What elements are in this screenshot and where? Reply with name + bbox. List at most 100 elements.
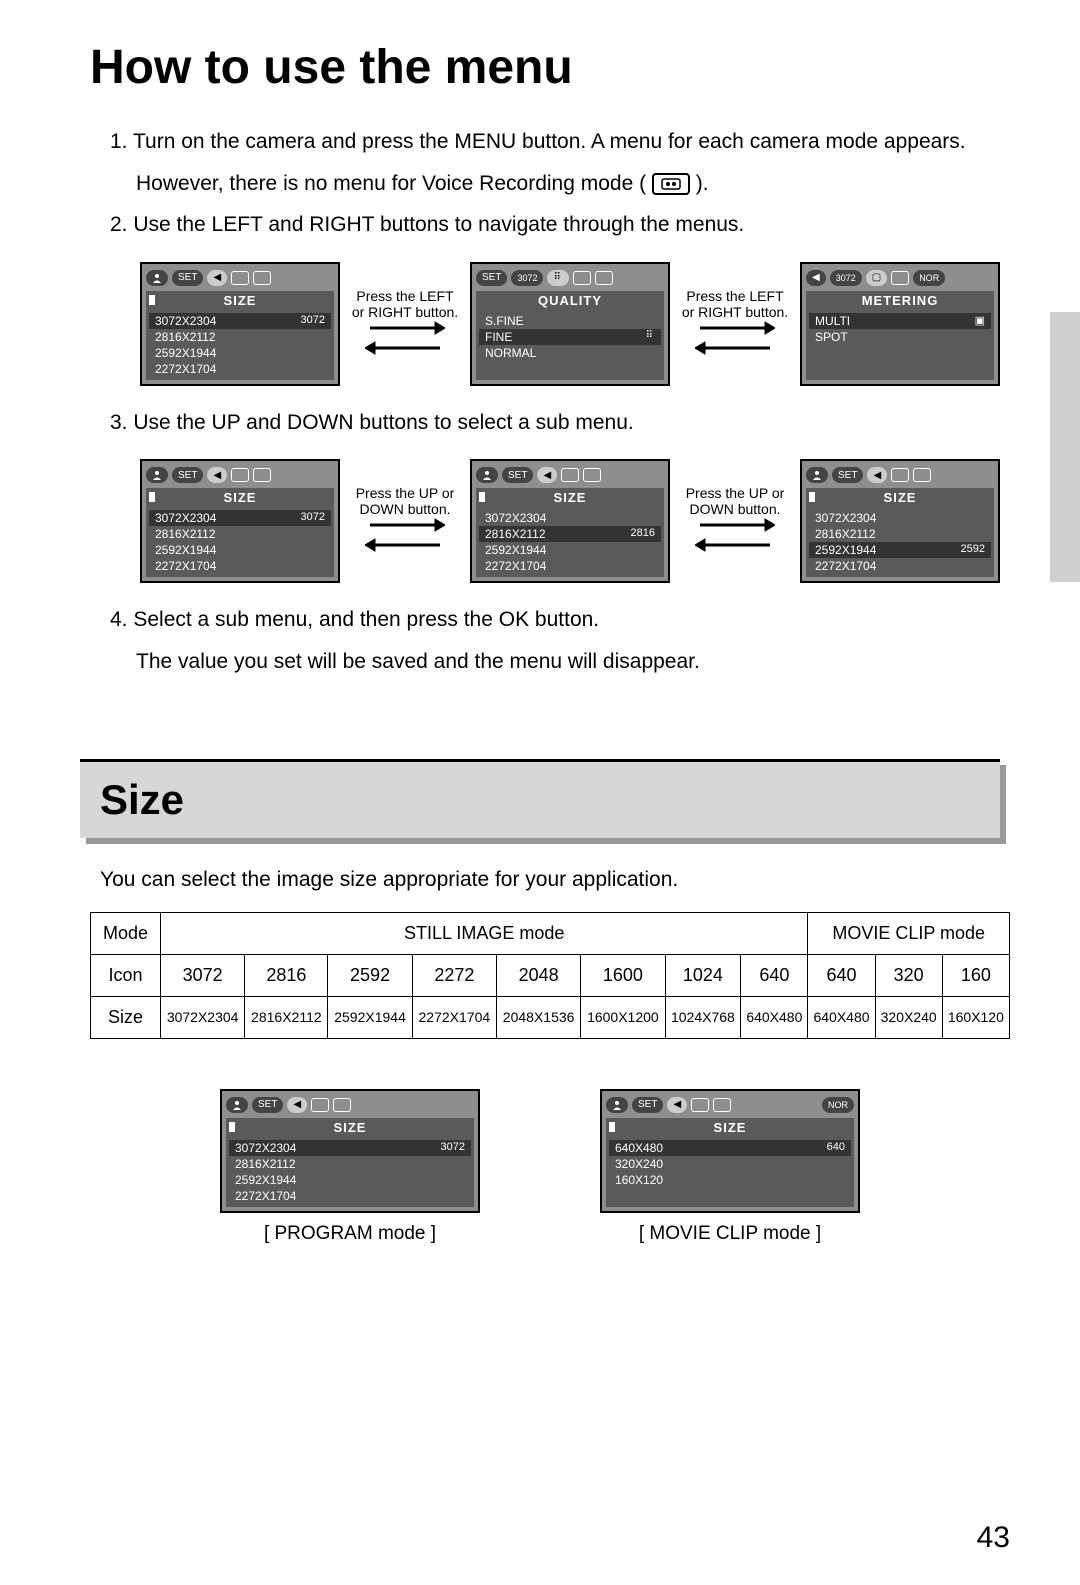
screen-size: SET ◀ SIZE 3072X23043072 2816X2112 2592X… <box>140 262 340 386</box>
person-icon <box>606 1097 628 1113</box>
list-item: 3072X2304 <box>479 510 661 526</box>
nav-left-icon: ◀ <box>207 270 227 286</box>
grid-icon <box>311 1098 329 1112</box>
screen-title-quality: QUALITY <box>476 291 664 310</box>
step-2: 2. Use the LEFT and RIGHT buttons to nav… <box>110 208 1000 242</box>
screen-title: SIZE <box>146 488 334 507</box>
list-item: NORMAL <box>479 345 661 361</box>
list-item: 2272X1704 <box>229 1188 471 1204</box>
play-icon <box>253 271 271 285</box>
nor-label: NOR <box>913 270 945 286</box>
size-table: Mode STILL IMAGE mode MOVIE CLIP mode Ic… <box>90 912 1010 1039</box>
person-icon <box>146 467 168 483</box>
set-label: SET <box>172 270 203 286</box>
set-label: SET <box>252 1097 283 1113</box>
list-item: 2816X2112 <box>149 526 331 542</box>
list-item: 2816X2112 <box>229 1156 471 1172</box>
play-icon <box>333 1098 351 1112</box>
list-item: 2272X1704 <box>149 558 331 574</box>
press-lr-label: Press the LEFT or RIGHT button. <box>350 288 460 320</box>
page-number: 43 <box>977 1521 1010 1555</box>
grid-icon <box>691 1098 709 1112</box>
screen-size-sel1: SET ◀ SIZE 3072X2304 2816X21122816 2592X… <box>470 459 670 583</box>
nav-left-icon: ◀ <box>806 270 826 286</box>
press-ud-label-2: Press the UP or DOWN button. <box>680 485 790 517</box>
list-item: 3072X23043072 <box>229 1140 471 1156</box>
set-label: SET <box>632 1097 663 1113</box>
list-item: 320X240 <box>609 1156 851 1172</box>
play-icon <box>573 271 591 285</box>
fine-dots-icon: ⠿ <box>646 330 655 344</box>
movie-caption: [ MOVIE CLIP mode ] <box>600 1223 860 1245</box>
screen-title: SIZE <box>226 1118 474 1137</box>
cell-still-label: STILL IMAGE mode <box>161 912 808 954</box>
list-item: SPOT <box>809 329 991 345</box>
program-caption: [ PROGRAM mode ] <box>220 1223 480 1245</box>
list-item <box>479 361 661 377</box>
table-row-size: Size 3072X2304 2816X2112 2592X1944 2272X… <box>91 996 1010 1038</box>
grid-icon <box>561 468 579 482</box>
list-item: 2816X21122816 <box>479 526 661 542</box>
tag-3072: 3072 <box>511 270 543 286</box>
set-label: SET <box>172 467 203 483</box>
set-label: SET <box>502 467 533 483</box>
step-4-line-b: The value you set will be saved and the … <box>110 645 1000 679</box>
arrows-lr <box>353 320 458 360</box>
list-item <box>609 1188 851 1204</box>
list-item: 3072X23043072 <box>149 313 331 329</box>
globe-icon <box>713 1098 731 1112</box>
arrows-ud <box>353 517 458 557</box>
play-icon <box>583 468 601 482</box>
list-item: 2816X2112 <box>149 329 331 345</box>
voice-recording-icon <box>652 173 690 195</box>
person-icon <box>146 270 168 286</box>
set-label: SET <box>832 467 863 483</box>
step-1-text-close: ). <box>696 172 709 195</box>
thumb-tab <box>1050 312 1080 582</box>
person-icon <box>806 467 828 483</box>
section-title: Size <box>100 776 980 824</box>
grid-icon <box>231 271 249 285</box>
nav-left-icon: ◀ <box>207 467 227 483</box>
screen-quality: SET 3072 ⠿ QUALITY S.FINE FINE⠿ NORMAL <box>470 262 670 386</box>
step-4-line-a: 4. Select a sub menu, and then press the… <box>110 603 1000 637</box>
step-1-line-b: However, there is no menu for Voice Reco… <box>110 167 1000 201</box>
list-item: 2592X19442592 <box>809 542 991 558</box>
screen-title-metering: METERING <box>806 291 994 310</box>
list-item: 2592X1944 <box>229 1172 471 1188</box>
multi-icon: ▣ <box>975 314 985 328</box>
table-row-icon: Icon 3072 2816 2592 2272 2048 1600 1024 … <box>91 954 1010 996</box>
section-intro: You can select the image size appropriat… <box>100 868 1000 892</box>
list-item: S.FINE <box>479 313 661 329</box>
screen-program-mode: SET ◀ SIZE 3072X23043072 2816X2112 2592X… <box>220 1089 480 1213</box>
blank-icon <box>891 271 909 285</box>
screen-size-sel2: SET ◀ SIZE 3072X2304 2816X2112 2592X1944… <box>800 459 1000 583</box>
list-item: 3072X23043072 <box>149 510 331 526</box>
page-title: How to use the menu <box>90 40 1000 95</box>
step-1-line-a: 1. Turn on the camera and press the MENU… <box>110 125 1000 159</box>
blank-icon <box>595 271 613 285</box>
table-row-mode: Mode STILL IMAGE mode MOVIE CLIP mode <box>91 912 1010 954</box>
step-1-text: However, there is no menu for Voice Reco… <box>136 172 646 195</box>
screen-metering: ◀ 3072 ▢ NOR METERING MULTI▣ SPOT <box>800 262 1000 386</box>
list-item: 2272X1704 <box>479 558 661 574</box>
list-item <box>809 345 991 361</box>
nav-left-icon: ◀ <box>537 467 557 483</box>
list-item: 3072X2304 <box>809 510 991 526</box>
cell-movie-label: MOVIE CLIP mode <box>808 912 1010 954</box>
nav-ud-row: SET ◀ SIZE 3072X23043072 2816X2112 2592X… <box>140 459 1000 583</box>
list-item: MULTI▣ <box>809 313 991 329</box>
screen-title: SIZE <box>476 488 664 507</box>
set-label: SET <box>476 270 507 286</box>
grid-icon <box>231 468 249 482</box>
section-header-size: Size <box>80 759 1000 838</box>
list-item: 2272X1704 <box>809 558 991 574</box>
press-ud-label: Press the UP or DOWN button. <box>350 485 460 517</box>
bottom-examples: SET ◀ SIZE 3072X23043072 2816X2112 2592X… <box>80 1089 1000 1245</box>
list-item: 2592X1944 <box>479 542 661 558</box>
screen-title-size: SIZE <box>146 291 334 310</box>
cell-icon-label: Icon <box>91 954 161 996</box>
tag-3072: 3072 <box>830 270 862 286</box>
list-item: 2816X2112 <box>809 526 991 542</box>
arrows-ud-2 <box>683 517 788 557</box>
